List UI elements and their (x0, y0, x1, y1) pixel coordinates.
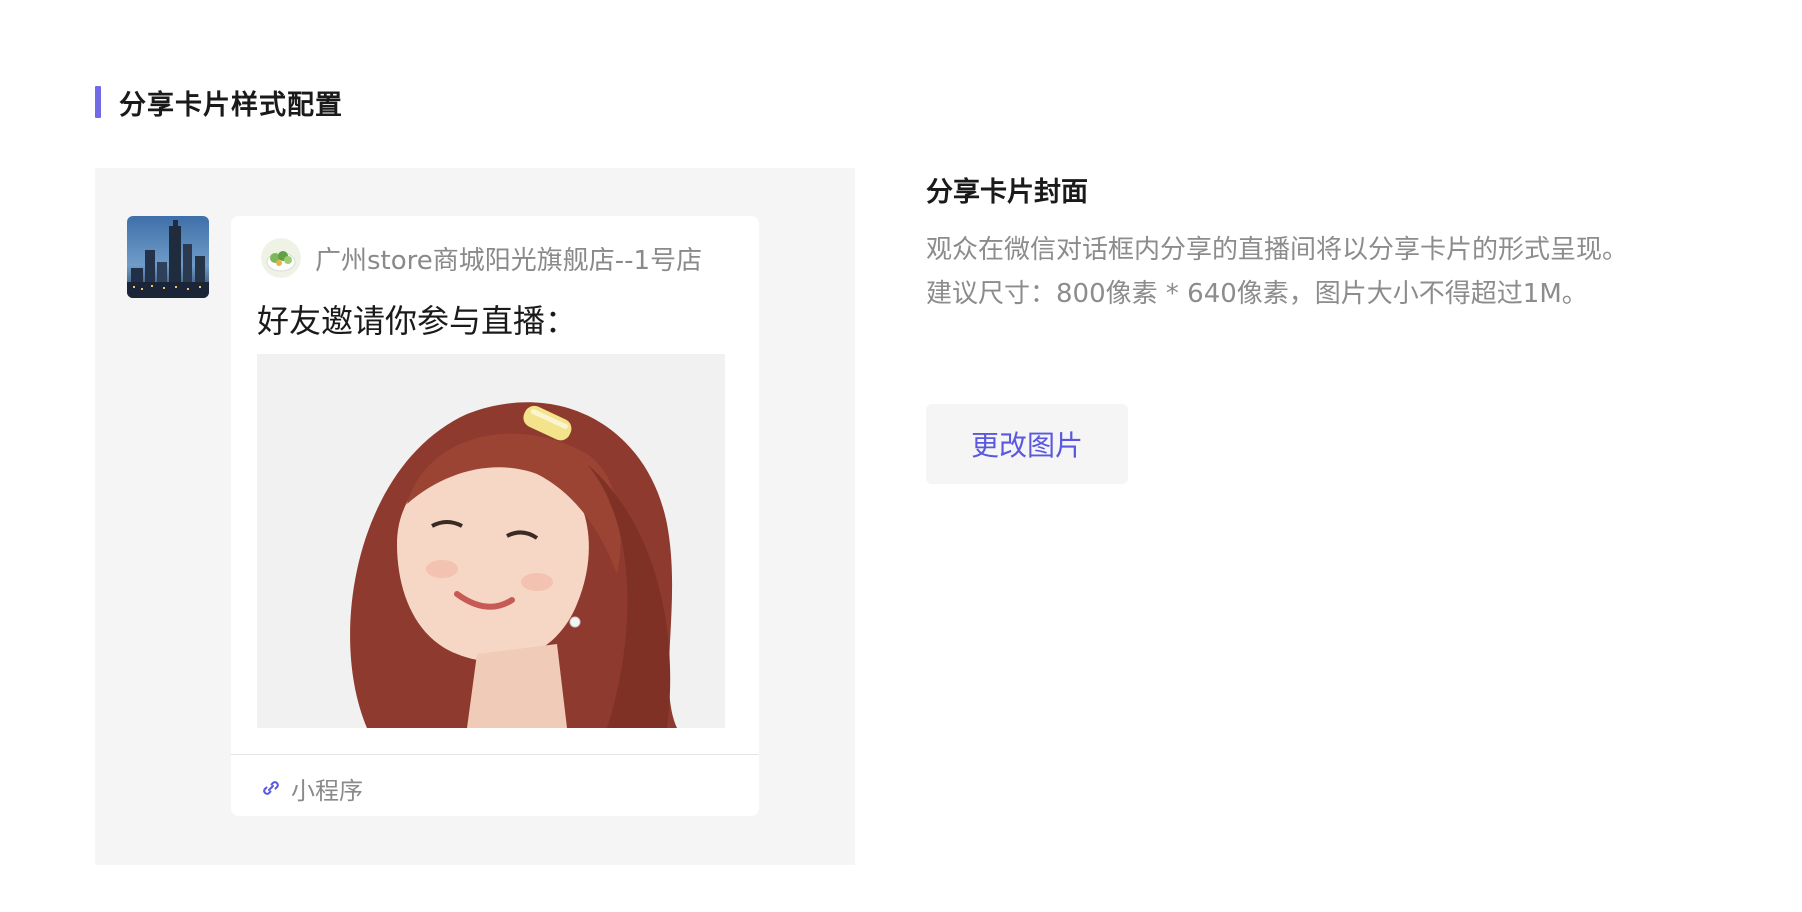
section-header: 分享卡片样式配置 (95, 86, 343, 121)
section-accent-bar (95, 86, 101, 118)
cover-info-title: 分享卡片封面 (926, 177, 1088, 208)
share-card-preview-panel: 广州store商城阳光旗舰店--1号店 好友邀请你参与直播： 小程序 (95, 168, 855, 865)
cover-info-description: 观众在微信对话框内分享的直播间将以分享卡片的形式呈现。 建议尺寸：800像素 *… (926, 228, 1628, 316)
card-divider (231, 754, 759, 755)
share-card: 广州store商城阳光旗舰店--1号店 好友邀请你参与直播： 小程序 (231, 216, 759, 816)
mini-program-footer: 小程序 (261, 768, 363, 808)
share-card-config-page: 分享卡片样式配置 广州store商城阳光旗舰店--1号店 好友邀请你参与直播： … (0, 0, 1802, 912)
cover-info-desc-line2: 建议尺寸：800像素 * 640像素，图片大小不得超过1M。 (926, 279, 1588, 309)
cover-info-desc-line1: 观众在微信对话框内分享的直播间将以分享卡片的形式呈现。 (926, 235, 1629, 265)
card-title: 好友邀请你参与直播： (257, 302, 578, 340)
shop-logo (261, 238, 301, 278)
shop-name: 广州store商城阳光旗舰店--1号店 (315, 245, 703, 276)
change-image-button[interactable]: 更改图片 (926, 404, 1128, 484)
card-head: 广州store商城阳光旗舰店--1号店 (261, 236, 739, 280)
mini-program-label: 小程序 (291, 776, 363, 805)
cover-image (257, 354, 725, 728)
link-icon (261, 778, 281, 798)
section-title: 分享卡片样式配置 (119, 89, 343, 121)
sender-avatar (127, 216, 209, 298)
